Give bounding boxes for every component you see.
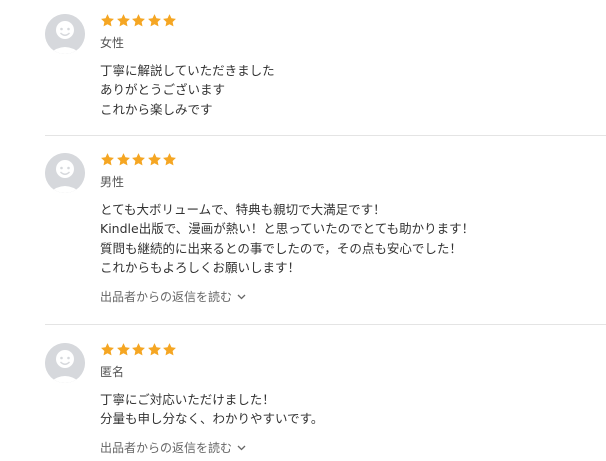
star-icon (100, 152, 115, 167)
reply-link-label: 出品者からの返信を読む (100, 290, 233, 304)
chevron-down-icon (237, 294, 246, 300)
star-icon (131, 13, 146, 28)
review-comment: 丁寧にご対応いただけました！ 分量も申し分なく、わかりやすいです。 (100, 392, 324, 427)
star-icon (162, 342, 177, 357)
star-icon (147, 13, 162, 28)
review-comment: 丁寧に解説していただきました ありがとうございます これから楽しみです (100, 63, 275, 117)
star-icon (100, 13, 115, 28)
star-icon (162, 13, 177, 28)
star-icon (116, 152, 131, 167)
reviewer-gender: 女性 (100, 36, 125, 50)
user-avatar-icon (45, 343, 85, 383)
divider (45, 324, 606, 325)
read-seller-reply-link[interactable]: 出品者からの返信を読む (100, 290, 246, 304)
read-seller-reply-link[interactable]: 出品者からの返信を読む (100, 441, 246, 455)
user-avatar-icon (45, 153, 85, 193)
reviewer-gender: 男性 (100, 175, 125, 189)
review-comment: とても大ボリュームで、特典も親切で大満足です！ Kindle出版で、漫画が熱い！… (100, 202, 475, 276)
star-rating (100, 13, 178, 29)
star-rating (100, 342, 178, 358)
star-icon (116, 13, 131, 28)
star-icon (147, 342, 162, 357)
reply-link-label: 出品者からの返信を読む (100, 441, 233, 455)
star-icon (131, 342, 146, 357)
star-icon (162, 152, 177, 167)
star-icon (147, 152, 162, 167)
chevron-down-icon (237, 445, 246, 451)
star-rating (100, 152, 178, 168)
star-icon (100, 342, 115, 357)
reviewer-gender: 匿名 (100, 365, 125, 379)
star-icon (131, 152, 146, 167)
divider (45, 135, 606, 136)
star-icon (116, 342, 131, 357)
user-avatar-icon (45, 14, 85, 54)
